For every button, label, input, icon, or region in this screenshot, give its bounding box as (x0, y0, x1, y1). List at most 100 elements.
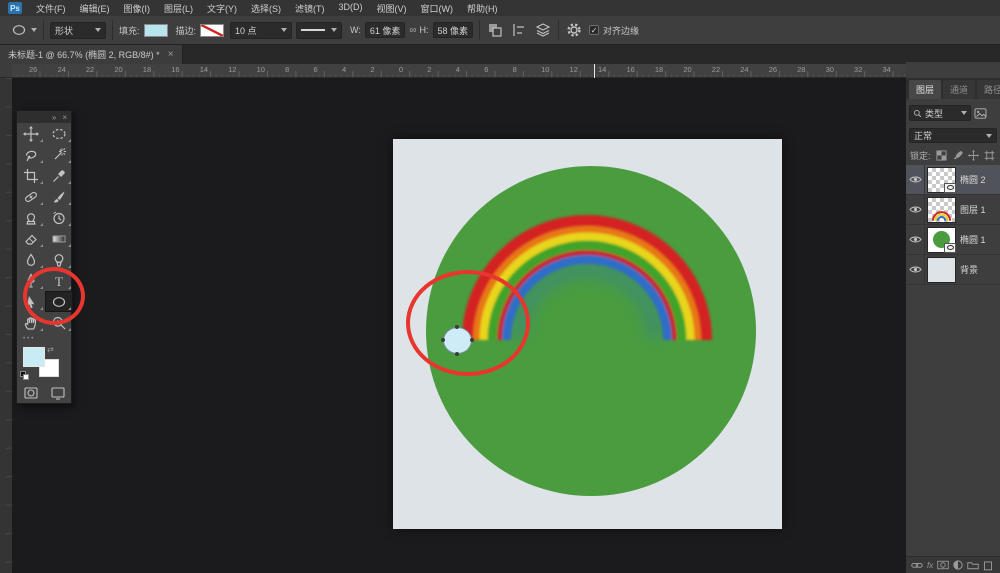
tool-clone-stamp[interactable] (17, 207, 45, 228)
new-group-icon[interactable] (967, 560, 979, 570)
stroke-width-dropdown[interactable]: 10 点 (230, 22, 292, 39)
path-alignment-icon[interactable] (510, 21, 528, 39)
fill-color-swatch[interactable] (144, 24, 168, 37)
menu-item-image[interactable]: 图像(I) (124, 2, 151, 15)
tool-brush[interactable] (45, 186, 73, 207)
tool-lasso[interactable] (17, 144, 45, 165)
path-arrangement-icon[interactable] (534, 21, 552, 39)
screen-mode-icon[interactable] (44, 383, 71, 403)
layer-thumbnail[interactable] (928, 198, 955, 222)
tools-panel-header: » × (17, 111, 71, 123)
ruler-number: 12 (228, 65, 236, 74)
layer-name[interactable]: 椭圆 2 (960, 173, 986, 186)
menu-item-file[interactable]: 文件(F) (36, 2, 66, 15)
ruler-number: 8 (513, 65, 517, 74)
tool-magic-wand[interactable] (45, 144, 73, 165)
layer-thumbnail[interactable] (928, 168, 955, 192)
layer-style-icon[interactable]: fx (927, 561, 933, 570)
tool-eraser[interactable] (17, 228, 45, 249)
menu-item-select[interactable]: 选择(S) (251, 2, 281, 15)
eye-icon[interactable] (909, 204, 922, 215)
layer-filter-dropdown[interactable]: 类型 (909, 105, 971, 121)
close-document-icon[interactable]: × (168, 49, 174, 60)
lock-pixels-icon[interactable] (952, 150, 963, 161)
menu-item-view[interactable]: 视图(V) (377, 2, 407, 15)
align-edges-checkbox[interactable]: ✓ (589, 25, 599, 35)
panel-tab-paths[interactable]: 路径 (977, 80, 1000, 99)
menu-item-3d[interactable]: 3D(D) (339, 2, 363, 15)
close-panel-icon[interactable]: × (62, 113, 67, 122)
foreground-color-swatch[interactable] (23, 347, 45, 367)
eye-icon[interactable] (909, 234, 922, 245)
layer-row[interactable]: 椭圆 2 (906, 165, 1000, 195)
stroke-style-dropdown[interactable] (296, 22, 342, 39)
menu-bar: Ps 文件(F)编辑(E)图像(I)图层(L)文字(Y)选择(S)滤镜(T)3D… (0, 0, 1000, 16)
ruler-number: 6 (484, 65, 488, 74)
swap-colors-icon[interactable]: ⇄ (47, 345, 54, 354)
tool-mode-dropdown[interactable]: 形状 (50, 22, 106, 39)
new-layer-icon[interactable] (983, 560, 993, 571)
menu-item-layer[interactable]: 图层(L) (164, 2, 193, 15)
document-tab[interactable]: 未标题-1 @ 66.7% (椭圆 2, RGB/8#) * × (0, 45, 183, 64)
vertical-ruler[interactable] (0, 78, 12, 573)
blend-mode-dropdown[interactable]: 正常 (909, 128, 997, 143)
document-title: 未标题-1 @ 66.7% (椭圆 2, RGB/8#) * (8, 48, 160, 61)
gear-icon[interactable] (565, 21, 583, 39)
ruler-number: 30 (826, 65, 834, 74)
width-input[interactable]: 61 像素 (365, 22, 406, 38)
menu-item-help[interactable]: 帮助(H) (467, 2, 498, 15)
height-input[interactable]: 58 像素 (433, 22, 474, 38)
layer-name[interactable]: 椭圆 1 (960, 233, 986, 246)
visibility-toggle[interactable] (906, 225, 925, 255)
horizontal-ruler[interactable]: 2624222018161412108642024681012141618202… (12, 64, 906, 78)
default-colors-icon[interactable] (20, 371, 30, 381)
menu-item-filter[interactable]: 滤镜(T) (295, 2, 325, 15)
tool-blur[interactable] (17, 249, 45, 270)
tool-marquee[interactable] (45, 123, 73, 144)
chevron-down-icon (331, 28, 337, 32)
eye-icon[interactable] (909, 264, 922, 275)
ruler-number: 20 (114, 65, 122, 74)
link-layers-icon[interactable] (911, 560, 923, 570)
layer-row[interactable]: 图层 1 (906, 195, 1000, 225)
menu-item-type[interactable]: 文字(Y) (207, 2, 237, 15)
lock-artboard-icon[interactable] (984, 150, 995, 161)
stroke-color-swatch[interactable] (200, 24, 224, 37)
visibility-toggle[interactable] (906, 165, 925, 195)
adjustment-layer-icon[interactable] (953, 560, 963, 570)
more-tools-dots[interactable]: ••• (17, 333, 71, 345)
lock-transparency-icon[interactable] (936, 150, 947, 161)
tool-eyedropper[interactable] (45, 165, 73, 186)
menu-item-edit[interactable]: 编辑(E) (80, 2, 110, 15)
tools-panel: » × T ••• ⇄ (16, 110, 72, 404)
ruler-number: 26 (29, 65, 37, 74)
blend-mode-row: 正常 (906, 126, 1000, 145)
layer-row[interactable]: 椭圆 1 (906, 225, 1000, 255)
panel-tab-layers[interactable]: 图层 (909, 80, 941, 99)
tool-history-brush[interactable] (45, 207, 73, 228)
ruler-number: 2 (427, 65, 431, 74)
layer-thumbnail[interactable] (928, 228, 955, 252)
layer-name[interactable]: 图层 1 (960, 203, 986, 216)
tool-gradient[interactable] (45, 228, 73, 249)
panel-tab-channels[interactable]: 通道 (943, 80, 975, 99)
layer-mask-icon[interactable] (937, 560, 949, 570)
filter-image-icon[interactable] (974, 108, 987, 119)
path-operations-icon[interactable] (486, 21, 504, 39)
lock-label: 锁定: (910, 149, 931, 162)
tool-preset-picker[interactable] (10, 21, 37, 39)
layer-row[interactable]: 背景 (906, 255, 1000, 285)
tool-healing-brush[interactable] (17, 186, 45, 207)
lock-position-icon[interactable] (968, 150, 979, 161)
collapse-panel-icon[interactable]: » (52, 113, 56, 122)
link-dimensions-icon[interactable]: ∞ (409, 25, 415, 36)
visibility-toggle[interactable] (906, 195, 925, 225)
menu-item-window[interactable]: 窗口(W) (421, 2, 454, 15)
tool-crop[interactable] (17, 165, 45, 186)
quick-mask-icon[interactable] (17, 383, 44, 403)
tool-move[interactable] (17, 123, 45, 144)
layer-thumbnail[interactable] (928, 258, 955, 282)
layer-name[interactable]: 背景 (960, 263, 978, 276)
visibility-toggle[interactable] (906, 255, 925, 285)
eye-icon[interactable] (909, 174, 922, 185)
